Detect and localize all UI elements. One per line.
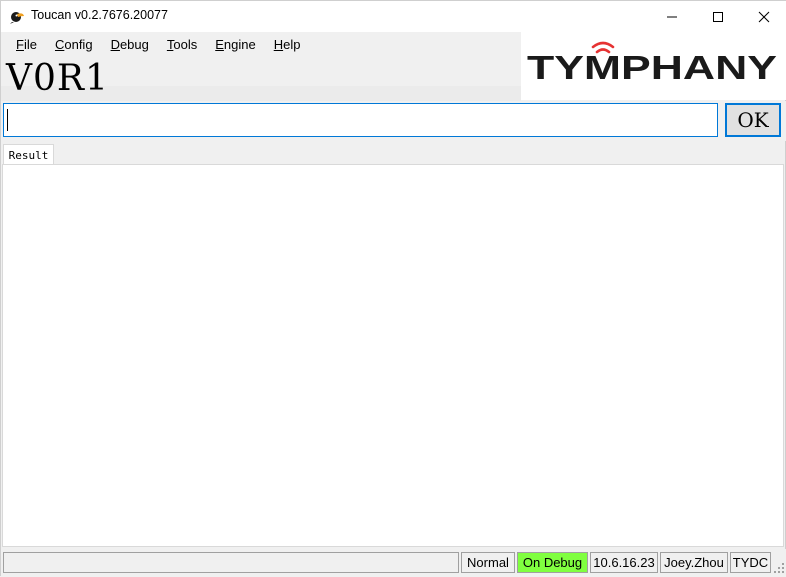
menu-engine[interactable]: Engine [206,36,264,56]
result-panel[interactable] [2,164,784,547]
status-mode: Normal [461,552,515,573]
menu-bar: File Config Debug Tools Engine Help [7,36,309,56]
command-input[interactable] [3,103,718,137]
tab-result[interactable]: Result [3,144,54,165]
status-version: 10.6.16.23 [590,552,658,573]
resize-grip-icon[interactable] [773,562,785,574]
tymphany-logo: TYMPHANY [527,41,777,86]
status-site: TYDC [730,552,771,573]
tab-bar: Result [1,144,786,165]
status-message [3,552,459,573]
menu-tools[interactable]: Tools [158,36,206,56]
maximize-icon [713,11,723,22]
logo-text: TYMPHANY [527,49,777,86]
ok-button[interactable]: OK [725,103,781,137]
menu-file[interactable]: File [7,36,46,56]
status-bar: Normal On Debug 10.6.16.23 Joey.Zhou TYD… [1,549,786,577]
title-bar[interactable]: Toucan v0.2.7676.20077 [1,1,786,32]
status-user: Joey.Zhou [660,552,728,573]
company-logo: TYMPHANY [521,32,786,100]
toucan-icon [10,12,24,24]
text-caret [7,109,8,131]
menu-config[interactable]: Config [46,36,102,56]
station-title: V0R1 [6,58,109,99]
close-icon [758,11,770,22]
menu-debug[interactable]: Debug [102,36,158,56]
close-button[interactable] [741,1,786,32]
app-window: Toucan v0.2.7676.20077 File Config Debug… [0,0,786,577]
window-title: Toucan v0.2.7676.20077 [31,8,168,22]
minimize-icon [667,16,677,17]
menu-help[interactable]: Help [265,36,310,56]
minimize-button[interactable] [649,1,695,32]
header-area: File Config Debug Tools Engine Help V0R1 [1,32,521,132]
status-debug: On Debug [517,552,588,573]
maximize-button[interactable] [695,1,741,32]
command-row: OK [1,101,786,141]
